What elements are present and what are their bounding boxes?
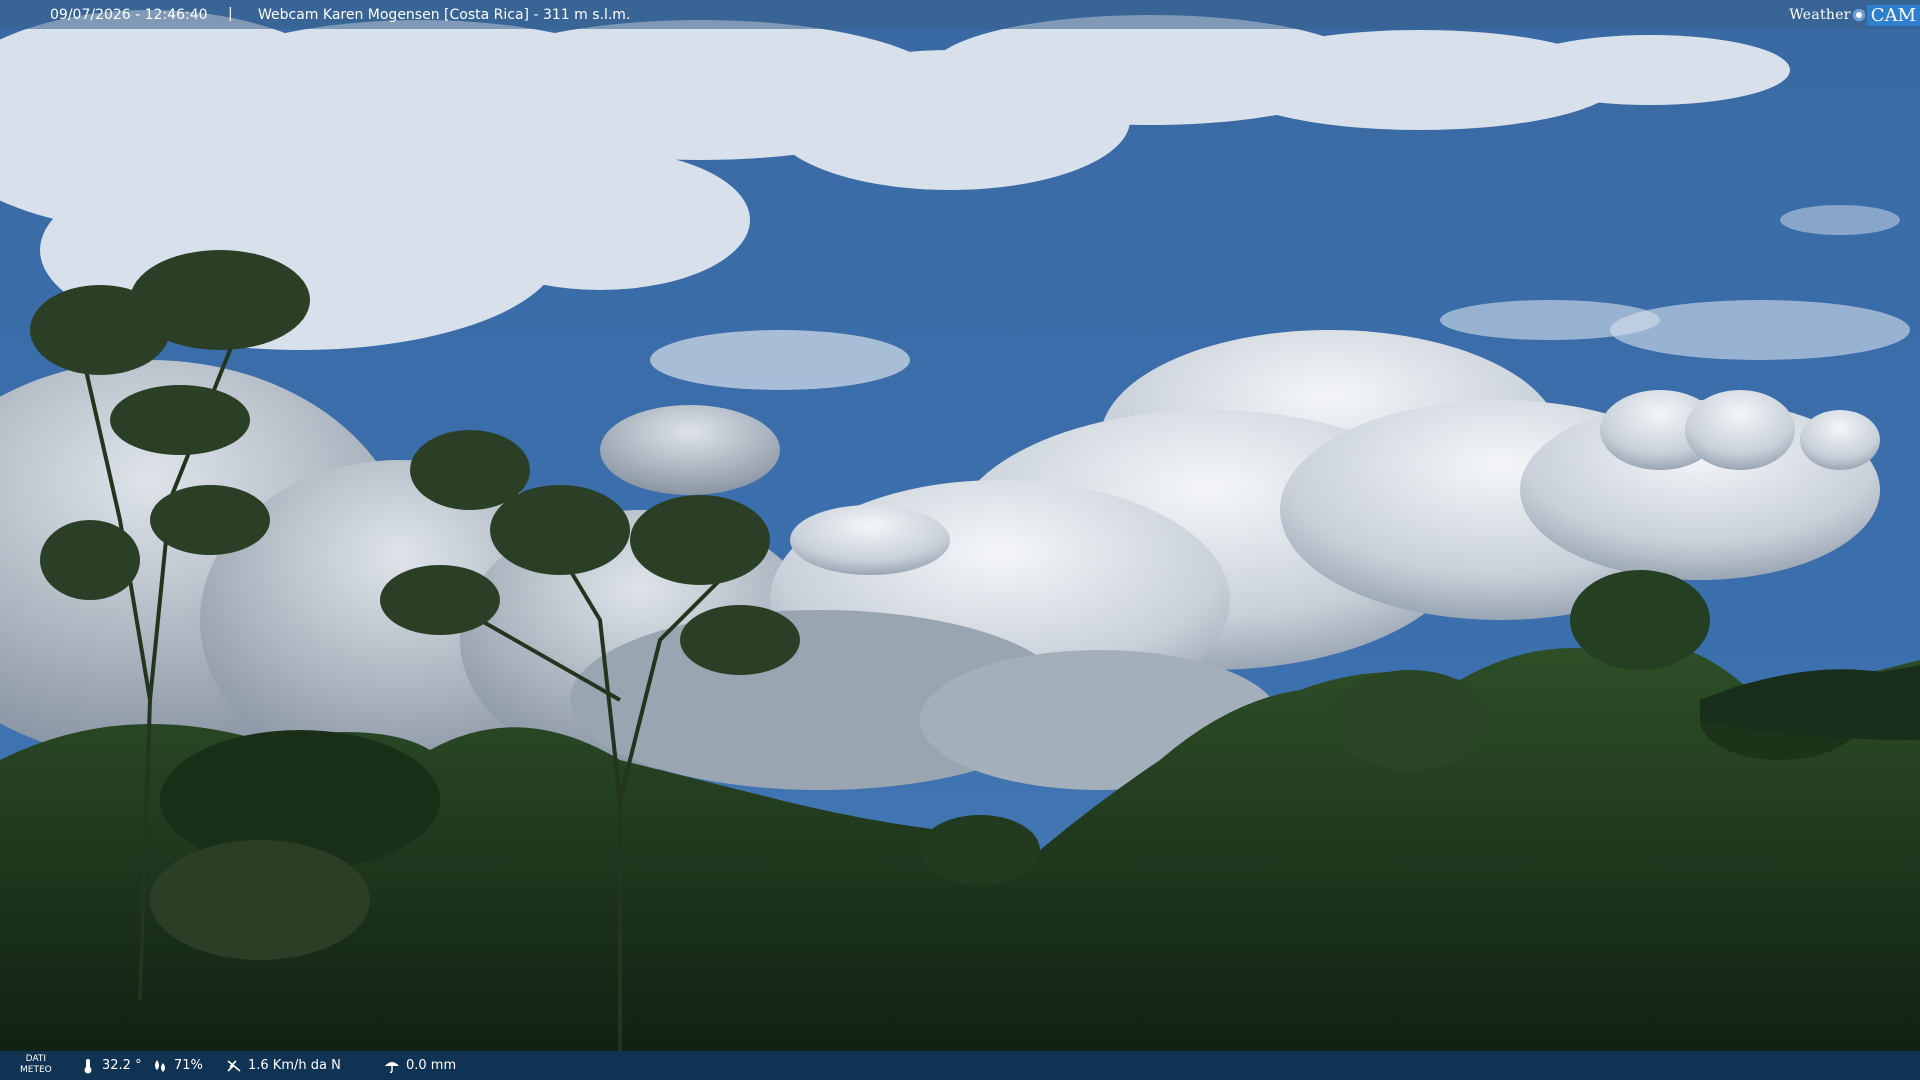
rain-value: 0.0 mm (406, 1058, 457, 1073)
logo-cam: CAM (1866, 4, 1920, 26)
thermometer-icon (84, 1058, 92, 1073)
logo-dot-icon (1852, 9, 1865, 21)
umbrella-icon (385, 1061, 399, 1073)
timestamp: 09/07/2026 - 12:46:40 (50, 7, 208, 23)
weather-label: DATI METEO (20, 1054, 52, 1075)
rain-reading: 0.0 mm (384, 1051, 456, 1080)
wind-reading: 1.6 Km/h da N (226, 1051, 341, 1080)
separator: | (228, 6, 233, 22)
humidity-reading: 71% (152, 1051, 203, 1080)
top-info-bar: 09/07/2026 - 12:46:40 | Webcam Karen Mog… (0, 0, 1920, 29)
humidity-value: 71% (174, 1058, 203, 1073)
wind-value: 1.6 Km/h da N (248, 1058, 341, 1073)
weathercam-logo: Weather CAM (1789, 2, 1920, 28)
humidity-drops-icon (155, 1059, 165, 1072)
webcam-scene (0, 0, 1920, 1080)
temperature-value: 32.2 ° (102, 1058, 142, 1073)
webcam-title: Webcam Karen Mogensen [Costa Rica] - 311… (258, 7, 631, 23)
wind-icon (227, 1059, 241, 1072)
logo-word: Weather (1789, 7, 1851, 23)
weather-data-bar: DATI METEO 32.2 ° 71% 1.6 Km/h da N 0.0 … (0, 1051, 1920, 1080)
temperature-reading: 32.2 ° (80, 1051, 142, 1080)
